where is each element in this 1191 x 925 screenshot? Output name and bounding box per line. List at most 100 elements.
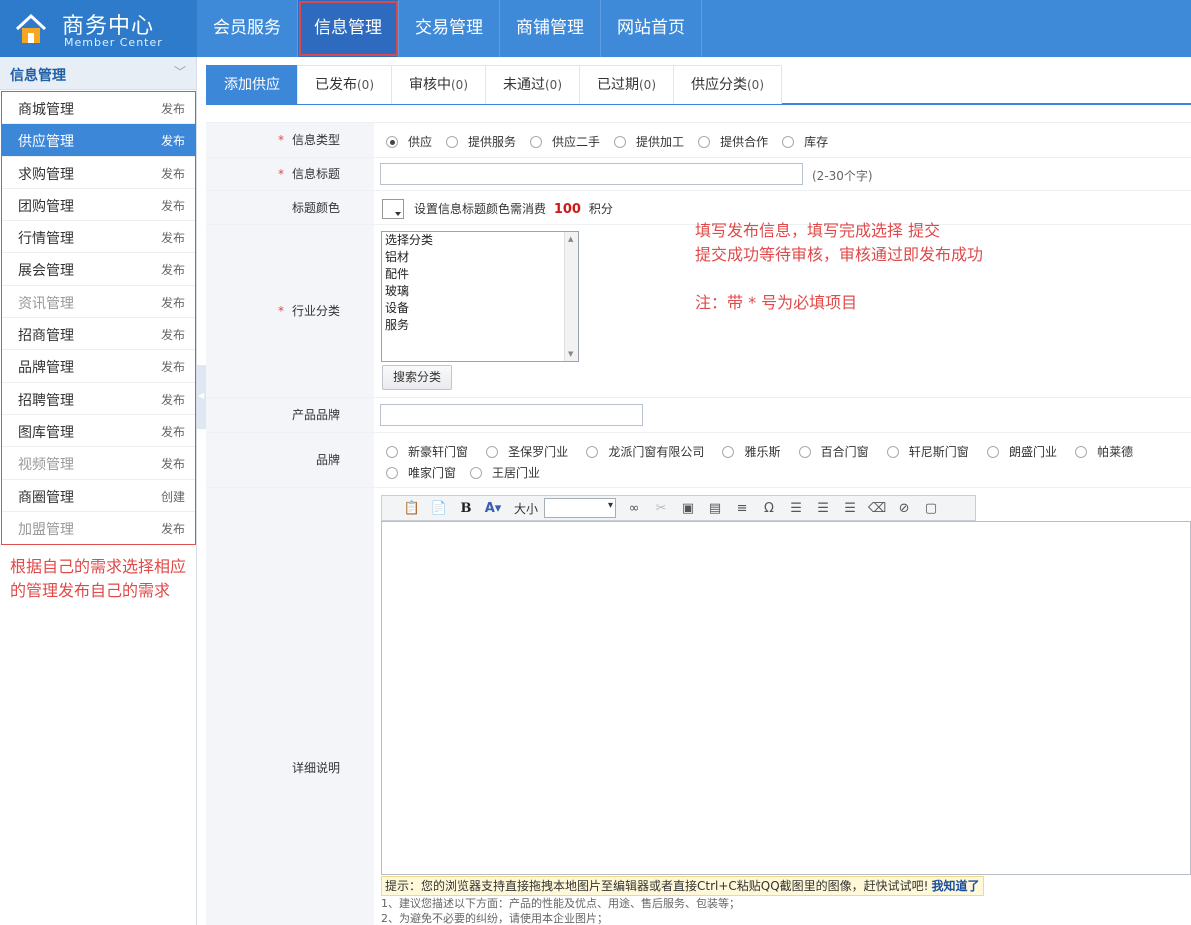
sidebar-item-action[interactable]: 发布: [161, 423, 185, 440]
scroll-up-icon[interactable]: ▲: [568, 235, 573, 243]
sidebar-item-label: 行情管理: [18, 231, 74, 248]
nav-member-service[interactable]: 会员服务: [197, 0, 298, 57]
sidebar-item-exhibition[interactable]: 展会管理 发布: [2, 253, 195, 286]
special-char-icon[interactable]: Ω: [759, 498, 779, 518]
sidebar-item-action[interactable]: 发布: [161, 197, 185, 214]
font-size-select[interactable]: [544, 498, 617, 518]
align-right-icon[interactable]: ☰: [840, 498, 860, 518]
tab-rejected[interactable]: 未通过(0): [485, 65, 580, 104]
sidebar-item-action[interactable]: 发布: [161, 455, 185, 472]
paste-icon[interactable]: 📋: [402, 498, 422, 518]
hr-icon[interactable]: ≡: [732, 498, 752, 518]
attachment-icon[interactable]: ⊘: [894, 498, 914, 518]
industry-listbox[interactable]: 选择分类 铝材 配件 玻璃 设备 服务 ▲ ▼: [381, 231, 579, 362]
sidebar-item-action[interactable]: 发布: [161, 520, 185, 537]
sidebar-item-action[interactable]: 发布: [161, 391, 185, 408]
sidebar-item-market[interactable]: 行情管理 发布: [2, 221, 195, 254]
sidebar-header[interactable]: 信息管理 ﹀: [0, 57, 196, 90]
industry-option[interactable]: 选择分类: [382, 232, 578, 249]
font-color-icon[interactable]: A▾: [483, 498, 503, 518]
search-category-button[interactable]: 搜索分类: [382, 365, 453, 390]
radio-brand[interactable]: 龙派门窗有限公司: [586, 443, 704, 460]
chevron-down-icon[interactable]: ﹀: [174, 63, 188, 79]
link-icon[interactable]: ∞: [624, 498, 644, 518]
sidebar-item-action[interactable]: 创建: [161, 488, 185, 505]
tab-label: 已过期: [597, 77, 639, 93]
radio-brand[interactable]: 新豪轩门窗: [386, 443, 468, 460]
radio-circle: [986, 445, 999, 458]
sidebar-item-investment[interactable]: 招商管理 发布: [2, 318, 195, 351]
radio-circle: [446, 135, 459, 148]
sidebar-item-mall[interactable]: 商城管理 发布: [2, 92, 195, 125]
industry-option[interactable]: 服务: [382, 317, 578, 334]
unlink-icon[interactable]: ✂: [651, 498, 671, 518]
row-info-title: * 信息标题 (2-30个字): [206, 157, 1191, 190]
industry-option[interactable]: 玻璃: [382, 283, 578, 300]
sidebar-item-brand[interactable]: 品牌管理 发布: [2, 350, 195, 383]
radio-brand[interactable]: 百合门窗: [798, 443, 869, 460]
listbox-scrollbar[interactable]: ▲ ▼: [564, 232, 578, 361]
tab-reviewing[interactable]: 审核中(0): [391, 65, 486, 104]
image-icon[interactable]: ▣: [678, 498, 698, 518]
sidebar-item-action[interactable]: 发布: [161, 165, 185, 182]
industry-option[interactable]: 铝材: [382, 249, 578, 266]
title-color-picker[interactable]: [382, 199, 404, 219]
nav-site-home[interactable]: 网站首页: [601, 0, 702, 57]
required-mark: *: [277, 304, 284, 318]
sidebar-item-supply[interactable]: 供应管理 发布: [2, 124, 195, 157]
sidebar-item-franchise[interactable]: 加盟管理 发布: [2, 512, 195, 544]
radio-brand[interactable]: 王居门业: [470, 464, 540, 481]
nav-info-management[interactable]: 信息管理: [298, 0, 399, 57]
info-title-input[interactable]: [380, 163, 803, 185]
sidebar-item-purchase[interactable]: 求购管理 发布: [2, 157, 195, 189]
video-icon[interactable]: ▤: [705, 498, 725, 518]
industry-option[interactable]: 配件: [382, 266, 578, 283]
tab-supply-category[interactable]: 供应分类(0): [673, 65, 782, 104]
main-content: 添加供应 已发布(0) 审核中(0) 未通过(0) 已过期(0) 供应分类(0)…: [206, 57, 1191, 925]
nav-trade-management[interactable]: 交易管理: [399, 0, 500, 57]
sidebar-item-recruit[interactable]: 招聘管理 发布: [2, 383, 195, 415]
align-center-icon[interactable]: ☰: [813, 498, 833, 518]
source-icon[interactable]: ▢: [921, 498, 941, 518]
logo[interactable]: 商务中心 Member Center: [0, 0, 197, 57]
tab-add-supply[interactable]: 添加供应: [206, 65, 298, 104]
radio-brand[interactable]: 唯家门窗: [386, 464, 456, 481]
radio-brand[interactable]: 帕莱德: [1075, 443, 1133, 460]
bold-icon[interactable]: B: [456, 498, 476, 518]
radio-brand[interactable]: 圣保罗门业: [486, 443, 568, 460]
sidebar-item-action[interactable]: 发布: [161, 100, 185, 117]
radio-circle: [722, 445, 735, 458]
radio-brand[interactable]: 朗盛门业: [986, 443, 1057, 460]
product-brand-input[interactable]: [380, 404, 643, 426]
radio-brand[interactable]: 雅乐斯: [722, 443, 780, 460]
radio-cooperation[interactable]: 提供合作: [698, 133, 768, 150]
radio-service[interactable]: 提供服务: [446, 133, 516, 150]
eraser-icon[interactable]: ⌫: [867, 498, 887, 518]
sidebar-item-groupbuy[interactable]: 团购管理 发布: [2, 189, 195, 222]
radio-supply[interactable]: 供应: [386, 133, 432, 150]
industry-option[interactable]: 设备: [382, 300, 578, 317]
sidebar-item-action[interactable]: 发布: [161, 358, 185, 375]
sidebar-item-action[interactable]: 发布: [161, 261, 185, 278]
sidebar-item-circle[interactable]: 商圈管理 创建: [2, 480, 195, 512]
paste-text-icon[interactable]: 📄: [429, 498, 449, 518]
tip-dismiss-link[interactable]: 我知道了: [932, 879, 980, 893]
editor-content-area[interactable]: [381, 521, 1191, 875]
radio-processing[interactable]: 提供加工: [614, 133, 684, 150]
align-left-icon[interactable]: ☰: [786, 498, 806, 518]
sidebar-item-action[interactable]: 发布: [161, 326, 185, 343]
radio-stock[interactable]: 库存: [782, 133, 828, 150]
sidebar-item-action[interactable]: 发布: [161, 229, 185, 246]
sidebar-item-action[interactable]: 发布: [161, 132, 185, 149]
sidebar-item-gallery[interactable]: 图库管理 发布: [2, 415, 195, 448]
sidebar-item-video[interactable]: 视频管理 发布: [2, 447, 195, 480]
nav-shop-management[interactable]: 商铺管理: [500, 0, 601, 57]
tab-expired[interactable]: 已过期(0): [579, 65, 674, 104]
sidebar-collapse-handle[interactable]: ◀: [197, 365, 206, 429]
scroll-down-icon[interactable]: ▼: [568, 350, 573, 358]
tab-published[interactable]: 已发布(0): [297, 65, 392, 104]
sidebar-item-news[interactable]: 资讯管理 发布: [2, 286, 195, 319]
radio-brand[interactable]: 轩尼斯门窗: [886, 443, 969, 460]
radio-second-hand[interactable]: 供应二手: [530, 133, 600, 150]
sidebar-item-action[interactable]: 发布: [161, 294, 185, 311]
